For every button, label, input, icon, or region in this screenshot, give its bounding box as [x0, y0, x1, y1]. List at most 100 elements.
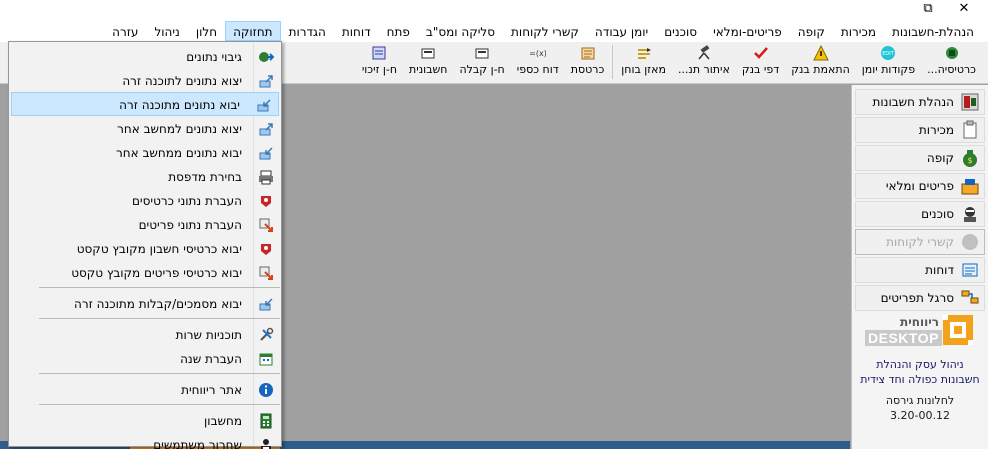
- menu-item[interactable]: יומן עבודה: [587, 21, 656, 41]
- dropdown-menu-item[interactable]: יבוא מסמכים/קבלות מתוכנה זרה: [9, 291, 281, 315]
- menu-item[interactable]: סליקה ומס"ב: [418, 21, 503, 41]
- side-panel-item[interactable]: קשרי לקוחות: [855, 229, 985, 255]
- menu-item[interactable]: קופה: [790, 21, 833, 41]
- dropdown-menu-item[interactable]: העברת נתוני כרטיסים: [9, 188, 281, 212]
- export-icon: [259, 123, 273, 136]
- receipt-icon: [475, 48, 489, 59]
- product-logo: ריווחית DESKTOP: [865, 313, 975, 351]
- warning-icon: [812, 45, 829, 61]
- promo-box: ריווחית DESKTOP ניהול עסק והנהלת חשבונות…: [852, 307, 988, 423]
- toolbar-button[interactable]: איתור תנ...: [672, 42, 736, 82]
- edit-icon: EDIT: [881, 46, 896, 60]
- promo-line-1: ניהול עסק והנהלת: [876, 358, 964, 371]
- side-panel-item[interactable]: דוחות: [855, 257, 985, 283]
- version-number: 3.20-00.12: [890, 409, 950, 422]
- menu-item[interactable]: סוכנים: [656, 21, 705, 41]
- menu-item[interactable]: הנהלת-חשבונות: [884, 21, 982, 41]
- info-icon: [259, 383, 273, 397]
- tools-icon: [260, 327, 274, 341]
- dropdown-menu-item-label: העברת נתוני פריטים: [138, 218, 242, 232]
- agent-icon: [964, 207, 976, 222]
- version-label: לחלונות גירסה: [885, 394, 955, 407]
- telescope-icon: [698, 45, 710, 60]
- side-panel-item-label: קופה: [926, 151, 954, 165]
- logo-subtitle: DESKTOP: [865, 330, 942, 346]
- toolbar-button[interactable]: (x)= דוח כספי: [511, 42, 565, 82]
- dropdown-menu-item[interactable]: מחשבון: [9, 408, 281, 432]
- menu-item[interactable]: פתח: [379, 21, 418, 41]
- restore-button[interactable]: ⧉: [908, 0, 948, 20]
- toolbar-button[interactable]: התאמת בנק: [785, 42, 856, 82]
- side-panel-item[interactable]: פריטים ומלאי: [855, 173, 985, 199]
- side-panel-item[interactable]: $ קופה: [855, 145, 985, 171]
- toolbar-button[interactable]: חשבונית: [403, 42, 453, 82]
- toolbar-button[interactable]: כרטיסיה...: [921, 42, 982, 82]
- menu-separator: [39, 287, 280, 288]
- menu-item[interactable]: פריטים-ומלאי: [705, 21, 790, 41]
- inventory-icon: [961, 179, 979, 195]
- dropdown-menu-item[interactable]: תוכניות שרות: [9, 322, 281, 346]
- side-panel-item[interactable]: מכירות: [855, 117, 985, 143]
- svg-text:(x)=: (x)=: [530, 49, 546, 58]
- dropdown-menu-item[interactable]: יבוא כרטיסי חשבון מקובץ טקסט: [9, 236, 281, 260]
- dropdown-menu-item[interactable]: יבוא נתונים ממחשב אחר: [9, 140, 281, 164]
- dropdown-menu-item-label: יבוא נתונים מתוכנה זרה: [119, 98, 240, 112]
- side-panel-item[interactable]: סוכנים: [855, 201, 985, 227]
- backup-icon: [259, 52, 274, 62]
- toolbar-button[interactable]: כרטסת: [565, 42, 611, 82]
- menu-item[interactable]: דוחות: [334, 21, 379, 41]
- users-release-icon: [261, 439, 271, 449]
- dropdown-menu-item-label: בחירת מדפסת: [168, 170, 242, 184]
- dropdown-menu-item[interactable]: שחרור משתמשים: [9, 432, 281, 449]
- toolbar-button[interactable]: ח-ן זיכוי: [356, 42, 403, 82]
- dropdown-menu-item-label: שחרור משתמשים: [153, 438, 242, 449]
- calendar-icon: [259, 353, 273, 366]
- items-transfer-icon: [259, 266, 273, 280]
- side-panel-item[interactable]: הנהלת חשבונות: [855, 89, 985, 115]
- dropdown-menu-item[interactable]: בחירת מדפסת: [9, 164, 281, 188]
- credit-icon: [372, 46, 386, 60]
- side-panel-item-label: סרגל תפריטים: [880, 291, 954, 305]
- menu-item[interactable]: הגדרות: [281, 21, 334, 41]
- calculator-icon: [260, 413, 272, 429]
- clipboard-icon: [963, 120, 977, 139]
- toolbar-button-label: ח-ן קבלה: [459, 63, 505, 76]
- toolbar-button[interactable]: ח-ן קבלה: [453, 42, 510, 82]
- menu-item[interactable]: מכירות: [833, 21, 884, 41]
- restore-icon: ⧉: [923, 1, 933, 16]
- close-icon: ✕: [958, 1, 970, 16]
- menu-separator: [39, 404, 280, 405]
- invoice-icon: [421, 48, 435, 59]
- menu-item[interactable]: קשרי לקוחות: [503, 21, 587, 41]
- menu-item[interactable]: תחזוקה: [225, 21, 281, 41]
- toolbar-button[interactable]: דפי בנק: [736, 42, 785, 82]
- dropdown-menu-item[interactable]: יצוא נתונים למחשב אחר: [9, 116, 281, 140]
- dropdown-menu-item-label: העברת שנה: [180, 352, 242, 366]
- dropdown-menu-item-label: העברת נתוני כרטיסים: [131, 194, 242, 208]
- menu-separator: [39, 373, 280, 374]
- menu-item[interactable]: ניהול: [146, 21, 187, 41]
- dropdown-menu-item-label: יבוא מסמכים/קבלות מתוכנה זרה: [74, 297, 242, 311]
- menu-item[interactable]: עזרה: [104, 21, 146, 41]
- side-panel-item-label: הנהלת חשבונות: [872, 95, 954, 109]
- toolbar-button[interactable]: EDIT פקודות יומן: [856, 42, 921, 82]
- formula-icon: (x)=: [530, 49, 546, 58]
- dropdown-menu-item[interactable]: יצוא נתונים לתוכנה זרה: [9, 68, 281, 92]
- printer-icon: [259, 170, 273, 185]
- toolbar-button-label: איתור תנ...: [677, 63, 730, 76]
- toolbar-button-label: כרטיסיה...: [927, 63, 976, 76]
- side-panel-item-label: מכירות: [918, 123, 954, 137]
- dropdown-menu-item[interactable]: יבוא נתונים מתוכנה זרה: [11, 92, 279, 116]
- close-button[interactable]: ✕: [944, 0, 984, 20]
- dropdown-menu-item[interactable]: העברת נתוני פריטים: [9, 212, 281, 236]
- toolbar-button[interactable]: מאזן בוחן: [615, 42, 672, 82]
- dropdown-menu-item-label: יצוא נתונים לתוכנה זרה: [122, 74, 242, 88]
- menu-item[interactable]: חלון: [188, 21, 225, 41]
- dropdown-menu-item[interactable]: העברת שנה: [9, 346, 281, 370]
- card-icon: [945, 47, 958, 59]
- items-transfer-icon: [259, 218, 273, 232]
- import-icon: [259, 298, 273, 311]
- dropdown-menu-item[interactable]: גיבוי נתונים: [9, 44, 281, 68]
- dropdown-menu-item[interactable]: יבוא כרטיסי פריטים מקובץ טקסט: [9, 260, 281, 284]
- dropdown-menu-item[interactable]: אתר ריווחית: [9, 377, 281, 401]
